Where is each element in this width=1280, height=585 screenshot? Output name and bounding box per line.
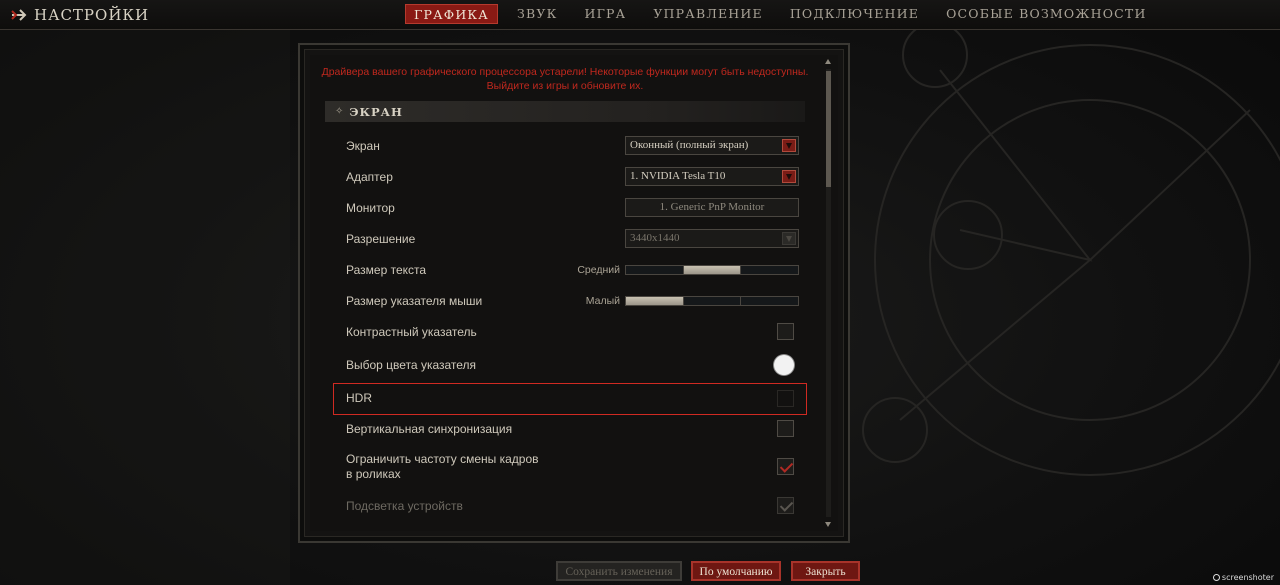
driver-warning-line2: Выйдите из игры и обновите их. [486, 80, 644, 92]
setting-row-device-lighting: Подсветка устройств [346, 497, 806, 527]
setting-row-limit-fps: Ограничить частоту смены кадров в ролика… [346, 452, 806, 486]
back-button[interactable]: НАСТРОЙКИ [10, 4, 149, 26]
screen-mode-value: Оконный (полный экран) [630, 139, 749, 151]
setting-row-adapter: Адаптер 1. NVIDIA Tesla T10 [346, 167, 806, 197]
dropdown-arrow-icon [782, 139, 796, 152]
tab-sound[interactable]: ЗВУК [509, 4, 565, 24]
slider-segment [684, 297, 742, 305]
resolution-label: Разрешение [346, 232, 416, 246]
vsync-label: Вертикальная синхронизация [346, 422, 513, 436]
screen-label: Экран [346, 139, 380, 153]
resolution-value: 3440x1440 [630, 232, 680, 244]
cursor-color-picker[interactable] [774, 355, 794, 375]
scroll-down-arrow-icon[interactable] [824, 520, 833, 529]
back-arrow-icon [11, 9, 27, 21]
tab-network[interactable]: ПОДКЛЮЧЕНИЕ [782, 4, 927, 24]
tab-accessibility[interactable]: ОСОБЫЕ ВОЗМОЖНОСТИ [938, 4, 1155, 24]
setting-row-cursor-size: Размер указателя мыши Малый [346, 294, 806, 324]
text-size-label: Размер текста [346, 263, 427, 277]
limit-fps-checkbox[interactable] [777, 458, 794, 475]
driver-warning: Драйвера вашего графического процессора … [310, 65, 820, 93]
section-title: ЭКРАН [349, 104, 403, 119]
close-button[interactable]: Закрыть [791, 561, 860, 581]
adapter-label: Адаптер [346, 170, 393, 184]
monitor-field: 1. Generic PnP Monitor [625, 198, 799, 217]
save-changes-button[interactable]: Сохранить изменения [556, 561, 682, 581]
watermark-text: screenshoter [1221, 573, 1274, 582]
watermark: screenshoter [1212, 573, 1274, 582]
tab-graphics[interactable]: ГРАФИКА [405, 4, 498, 24]
settings-screen: НАСТРОЙКИ ГРАФИКА ЗВУК ИГРА УПРАВЛЕНИЕ П… [0, 0, 1280, 585]
scroll-up-arrow-icon[interactable] [824, 57, 833, 66]
monitor-value: 1. Generic PnP Monitor [659, 201, 765, 213]
slider-segment-filled [626, 297, 684, 305]
restore-defaults-button[interactable]: По умолчанию [691, 561, 781, 581]
watermark-logo-icon [1212, 574, 1220, 581]
setting-row-screen: Экран Оконный (полный экран) [346, 136, 806, 166]
settings-title: НАСТРОЙКИ [34, 6, 150, 24]
adapter-dropdown[interactable]: 1. NVIDIA Tesla T10 [625, 167, 799, 186]
screen-mode-dropdown[interactable]: Оконный (полный экран) [625, 136, 799, 155]
setting-row-contrast-cursor: Контрастный указатель [346, 323, 806, 353]
resolution-dropdown[interactable]: 3440x1440 [625, 229, 799, 248]
setting-row-monitor: Монитор 1. Generic PnP Monitor [346, 198, 806, 228]
cursor-size-slider[interactable] [625, 296, 799, 306]
section-header-screen: ✧ ЭКРАН [325, 101, 805, 122]
text-size-value: Средний [577, 264, 620, 276]
contrast-cursor-label: Контрастный указатель [346, 325, 477, 339]
setting-row-cursor-color: Выбор цвета указателя [346, 355, 806, 385]
slider-segment [741, 266, 798, 274]
setting-row-resolution: Разрешение 3440x1440 [346, 229, 806, 259]
setting-row-vsync: Вертикальная синхронизация [346, 420, 806, 450]
tab-game[interactable]: ИГРА [576, 4, 634, 24]
setting-row-text-size: Размер текста Средний [346, 263, 806, 293]
cursor-color-label: Выбор цвета указателя [346, 358, 477, 372]
tabs: ГРАФИКА ЗВУК ИГРА УПРАВЛЕНИЕ ПОДКЛЮЧЕНИЕ… [405, 4, 1166, 24]
top-nav-bar: НАСТРОЙКИ ГРАФИКА ЗВУК ИГРА УПРАВЛЕНИЕ П… [0, 0, 1280, 30]
text-size-slider[interactable] [625, 265, 799, 275]
dropdown-arrow-icon [782, 170, 796, 183]
device-lighting-label: Подсветка устройств [346, 499, 463, 513]
limit-fps-label-line2: в роликах [346, 467, 401, 481]
contrast-cursor-checkbox[interactable] [777, 323, 794, 340]
setting-row-hdr: HDR [346, 389, 806, 419]
dropdown-arrow-icon [782, 232, 796, 245]
vsync-checkbox[interactable] [777, 420, 794, 437]
section-diamond-icon: ✧ [335, 106, 344, 117]
slider-segment-filled [683, 266, 742, 274]
slider-segment [626, 266, 684, 274]
monitor-label: Монитор [346, 201, 395, 215]
hdr-checkbox[interactable] [777, 390, 794, 407]
limit-fps-label-line1: Ограничить частоту смены кадров [346, 452, 539, 466]
cursor-size-label: Размер указателя мыши [346, 294, 483, 308]
slider-segment [741, 297, 798, 305]
limit-fps-label: Ограничить частоту смены кадров в ролика… [346, 452, 539, 482]
hdr-label: HDR [346, 391, 372, 405]
graphics-settings-panel: Драйвера вашего графического процессора … [310, 55, 838, 531]
driver-warning-line1: Драйвера вашего графического процессора … [321, 66, 809, 78]
device-lighting-checkbox[interactable] [777, 497, 794, 514]
scrollbar[interactable] [823, 57, 834, 529]
adapter-value: 1. NVIDIA Tesla T10 [630, 170, 726, 182]
scroll-thumb[interactable] [826, 71, 831, 187]
cursor-size-value: Малый [585, 295, 620, 307]
tab-controls[interactable]: УПРАВЛЕНИЕ [645, 4, 770, 24]
